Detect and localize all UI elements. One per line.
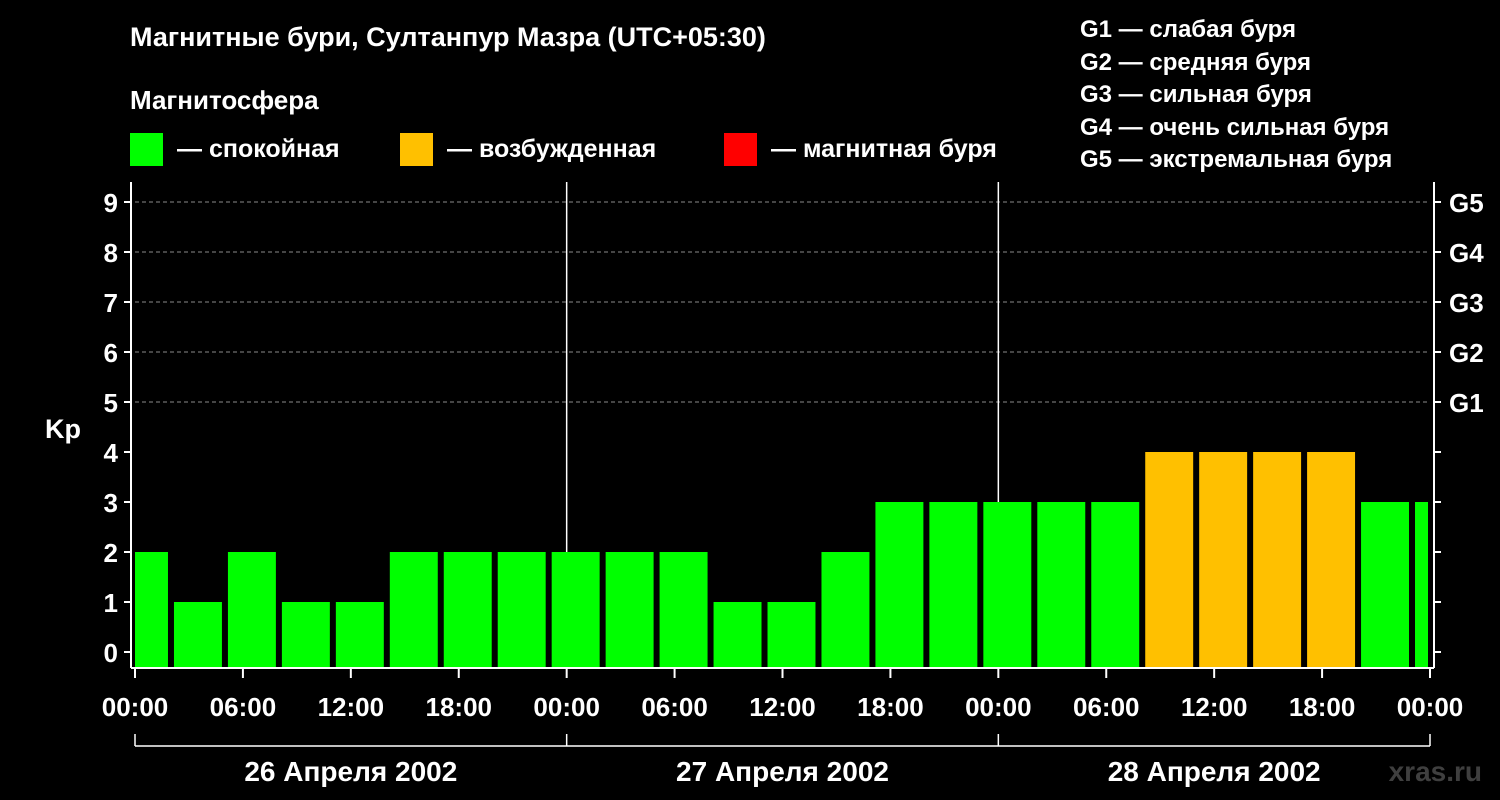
watermark: xras.ru [1388,756,1482,787]
kp-bar [1145,452,1194,668]
g-level-label: G2 [1449,338,1484,368]
x-tick-label: 06:00 [641,692,708,722]
kp-bar [605,552,654,668]
kp-bar [659,552,708,668]
x-tick-label: 18:00 [426,692,493,722]
x-tick-label: 06:00 [1073,692,1140,722]
g-level-label: G1 [1449,388,1484,418]
x-tick-label: 00:00 [965,692,1032,722]
x-tick-label: 18:00 [1289,692,1356,722]
kp-bar [1037,502,1086,668]
kp-bar [767,602,816,668]
y-tick-label: 3 [104,488,118,518]
kp-bar [497,552,546,668]
y-tick-label: 5 [104,388,118,418]
kp-bar [1307,452,1356,668]
kp-bar [929,502,978,668]
x-tick-label: 18:00 [857,692,924,722]
y-tick-label: 7 [104,288,118,318]
y-tick-label: 2 [104,538,118,568]
kp-bar [443,552,492,668]
kp-bar [389,552,438,668]
y-tick-label: 1 [104,588,118,618]
g-level-label: G3 [1449,288,1484,318]
kp-bar [875,502,924,668]
kp-bar [1415,502,1428,668]
kp-bar [335,602,384,668]
y-tick-label: 4 [104,438,119,468]
y-tick-label: 8 [104,238,118,268]
kp-bar [1199,452,1248,668]
kp-bar [281,602,330,668]
bar-layer [135,452,1428,668]
kp-bar [1253,452,1302,668]
x-tick-label: 00:00 [102,692,169,722]
g-level-label: G4 [1449,238,1484,268]
kp-bar [551,552,600,668]
y-tick-label: 9 [104,188,118,218]
g-level-label: G5 [1449,188,1484,218]
kp-bar [713,602,762,668]
x-tick-label: 00:00 [1397,692,1464,722]
y-tick-label: 6 [104,338,118,368]
y-tick-label: 0 [104,638,118,668]
kp-chart: 0 1 2 3 4 5 6 7 8 9 G1 G2 G3 G4 G5 00:00 06:00 12:00 18:00… [45,182,1484,787]
kp-bar [821,552,870,668]
day-label: 27 Апреля 2002 [676,756,889,787]
x-tick-label: 06:00 [210,692,277,722]
day-label: 26 Апреля 2002 [244,756,457,787]
kp-bar [227,552,276,668]
x-tick-label: 12:00 [1181,692,1248,722]
day-label: 28 Апреля 2002 [1108,756,1321,787]
x-tick-label: 00:00 [533,692,600,722]
kp-bar [135,552,168,668]
kp-bar [1361,502,1410,668]
kp-bar [983,502,1032,668]
y-axis-label: Kp [45,414,81,444]
kp-bar [1091,502,1140,668]
x-tick-label: 12:00 [318,692,385,722]
kp-bar [173,602,222,668]
x-tick-label: 12:00 [749,692,816,722]
